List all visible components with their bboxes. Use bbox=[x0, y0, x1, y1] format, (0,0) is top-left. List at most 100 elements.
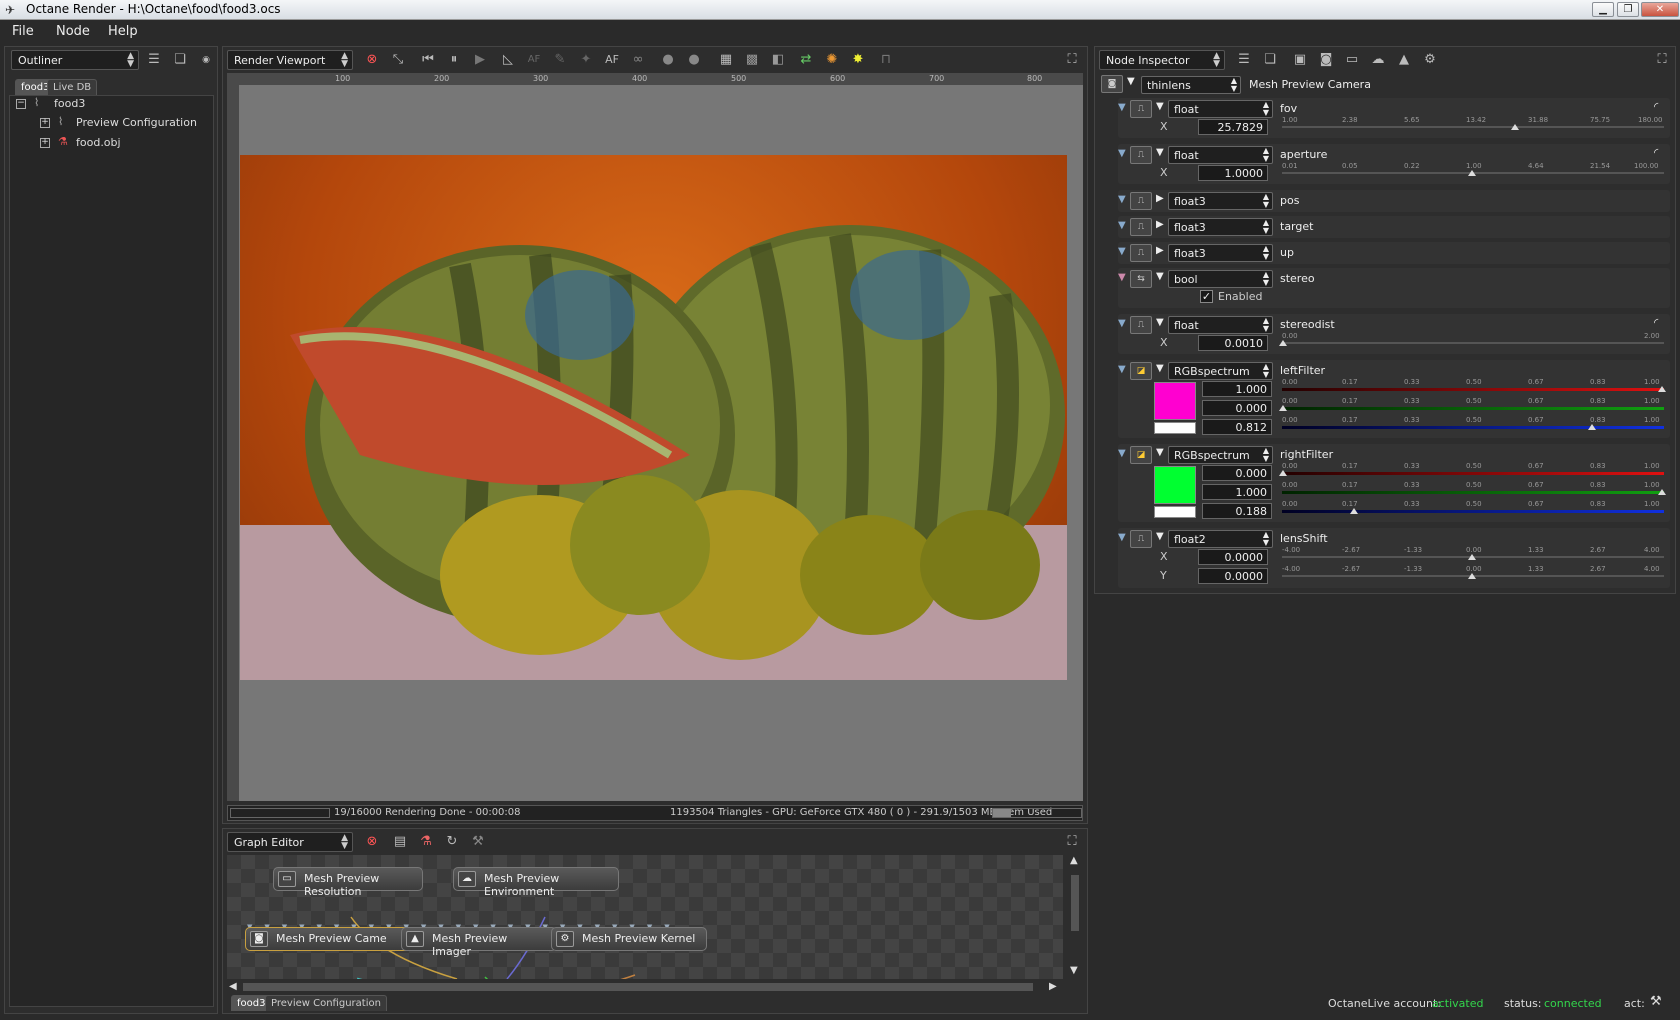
float-pin-icon[interactable]: ⎍ bbox=[1130, 146, 1152, 164]
activity-icon[interactable]: ⚒ bbox=[1650, 994, 1662, 1009]
outliner-combo[interactable]: Outliner ▲ ▼ bbox=[11, 50, 139, 70]
split-icon[interactable]: ◧ bbox=[769, 51, 787, 69]
tab-live-db[interactable]: Live DB bbox=[47, 79, 98, 95]
leftfilter-b-slider[interactable]: 0.00 0.17 0.33 0.50 0.67 0.83 1.00 bbox=[1282, 416, 1664, 432]
ruler-icon[interactable]: ◺ bbox=[499, 51, 517, 69]
param-triangle-icon[interactable]: ▼ bbox=[1156, 101, 1164, 112]
rightfilter-r-slider[interactable]: 0.00 0.17 0.33 0.50 0.67 0.83 1.00 bbox=[1279, 462, 1664, 478]
graph-node-mesh-preview-environment[interactable]: ☁ Mesh Preview Environment bbox=[453, 867, 619, 898]
expand-icon[interactable]: ▼ bbox=[1118, 272, 1126, 283]
leftfilter-color-swatch[interactable] bbox=[1154, 382, 1196, 420]
maximize-button[interactable]: ❐ bbox=[1617, 2, 1639, 17]
leftfilter-b-thumb[interactable] bbox=[1588, 424, 1596, 430]
checker-icon[interactable]: ▩ bbox=[743, 51, 761, 69]
lensshift-x-thumb[interactable] bbox=[1468, 554, 1476, 560]
graph-horizontal-scrollbar[interactable]: ◀ ▶ bbox=[227, 981, 1063, 993]
expand-icon[interactable]: ▼ bbox=[1118, 194, 1126, 205]
menu-help[interactable]: Help bbox=[108, 24, 138, 39]
stereo-type-select[interactable]: bool ▲ ▼ bbox=[1168, 270, 1273, 288]
float3-pin-icon[interactable]: ⎍ bbox=[1130, 244, 1152, 262]
maximize-graph-icon[interactable]: ⛶ bbox=[1063, 833, 1081, 851]
rightfilter-r-thumb[interactable] bbox=[1279, 470, 1287, 476]
close-button[interactable]: ✕ bbox=[1641, 2, 1679, 17]
float-pin-icon[interactable]: ⎍ bbox=[1130, 100, 1152, 118]
rightfilter-b-input[interactable]: 0.188 bbox=[1202, 503, 1272, 519]
lensshift-y-thumb[interactable] bbox=[1468, 573, 1476, 579]
rightfilter-color-swatch[interactable] bbox=[1154, 466, 1196, 504]
render-area[interactable] bbox=[239, 85, 1083, 801]
log-scale-icon[interactable]: ◜ bbox=[1654, 100, 1658, 113]
lock2-icon[interactable]: ● bbox=[685, 51, 703, 69]
tree-root-food3[interactable]: food3 bbox=[54, 97, 85, 110]
film-preset-icon[interactable]: ▭ bbox=[1343, 51, 1361, 69]
new-node-icon[interactable]: ▤ bbox=[391, 833, 409, 851]
delete-node-icon[interactable]: ⊗ bbox=[363, 833, 381, 851]
collapse-all-icon[interactable]: ☰ bbox=[1235, 51, 1253, 69]
collapse-toggle-icon[interactable]: − bbox=[16, 99, 26, 109]
tree-item-food-obj[interactable]: food.obj bbox=[76, 136, 121, 149]
lensshift-type-select[interactable]: float2 ▲ ▼ bbox=[1168, 530, 1273, 548]
menu-file[interactable]: File bbox=[12, 24, 34, 39]
expand-icon[interactable]: ▼ bbox=[1118, 102, 1126, 113]
play-icon[interactable]: ▶ bbox=[471, 51, 489, 69]
camera-preset-icon[interactable]: ◙ bbox=[1317, 51, 1335, 69]
recenter-icon[interactable]: ⤡ bbox=[389, 51, 407, 69]
region-icon[interactable]: ▦ bbox=[717, 51, 735, 69]
log-scale-icon[interactable]: ◜ bbox=[1654, 146, 1658, 159]
scroll-right-icon[interactable]: ▶ bbox=[1049, 981, 1057, 992]
rightfilter-white-swatch[interactable] bbox=[1154, 506, 1196, 518]
scroll-up-icon[interactable]: ▲ bbox=[1070, 855, 1078, 866]
focus-icon[interactable]: ✦ bbox=[577, 51, 595, 69]
param-triangle-icon[interactable]: ▼ bbox=[1156, 317, 1164, 328]
rightfilter-g-thumb[interactable] bbox=[1658, 489, 1666, 495]
aperture-slider[interactable]: 0.01 0.05 0.22 1.00 4.64 21.54 100.00 bbox=[1282, 162, 1664, 178]
graph-node-mesh-preview-kernel[interactable]: ⚙ Mesh Preview Kernel bbox=[551, 927, 707, 951]
kernel-preset-icon[interactable]: ⚙ bbox=[1421, 51, 1439, 69]
af-off-icon[interactable]: AF bbox=[525, 51, 543, 69]
target-type-select[interactable]: float3 ▲ ▼ bbox=[1168, 218, 1273, 236]
rightfilter-g-input[interactable]: 1.000 bbox=[1202, 484, 1272, 500]
tool-icon[interactable]: ⚒ bbox=[469, 833, 487, 851]
hscroll-thumb[interactable] bbox=[243, 983, 1033, 991]
expand-icon[interactable]: ▼ bbox=[1118, 532, 1126, 543]
leftfilter-type-select[interactable]: RGBspectrum ▲ ▼ bbox=[1168, 362, 1273, 380]
light-icon[interactable]: ✸ bbox=[849, 51, 867, 69]
record-icon[interactable]: ◉ bbox=[197, 51, 215, 69]
pause-icon[interactable]: ⏸ bbox=[445, 51, 463, 69]
graph-tab-preview-configuration[interactable]: Preview Configuration bbox=[265, 995, 387, 1011]
lensshift-x-input[interactable]: 0.0000 bbox=[1198, 549, 1268, 565]
restart-icon[interactable]: ⏮ bbox=[419, 51, 437, 69]
graph-node-mesh-preview-imager[interactable]: ▲ Mesh Preview Imager bbox=[401, 927, 557, 958]
param-triangle-icon[interactable]: ▼ bbox=[1156, 271, 1164, 282]
rightfilter-type-select[interactable]: RGBspectrum ▲ ▼ bbox=[1168, 446, 1273, 464]
export-icon[interactable]: ⇄ bbox=[797, 51, 815, 69]
lensshift-x-slider[interactable]: -4.00 -2.67 -1.33 0.00 1.33 2.67 4.00 bbox=[1282, 546, 1664, 562]
expand-icon[interactable]: ▼ bbox=[1118, 364, 1126, 375]
expand-all-icon[interactable]: ❏ bbox=[1261, 51, 1279, 69]
camera-type-select[interactable]: thinlens ▲ ▼ bbox=[1141, 76, 1241, 94]
param-triangle-icon[interactable]: ▼ bbox=[1156, 363, 1164, 374]
stereo-enabled-checkbox[interactable]: ✓ bbox=[1200, 290, 1213, 303]
graph-editor-combo[interactable]: Graph Editor ▲ ▼ bbox=[227, 832, 353, 852]
float2-pin-icon[interactable]: ⎍ bbox=[1130, 530, 1152, 548]
rightfilter-b-slider[interactable]: 0.00 0.17 0.33 0.50 0.67 0.83 1.00 bbox=[1282, 500, 1664, 516]
viewport-combo[interactable]: Render Viewport ▲ ▼ bbox=[227, 50, 353, 70]
scroll-left-icon[interactable]: ◀ bbox=[229, 981, 237, 992]
lock-icon[interactable]: ● bbox=[659, 51, 677, 69]
leftfilter-white-swatch[interactable] bbox=[1154, 422, 1196, 434]
inspector-combo[interactable]: Node Inspector ▲ ▼ bbox=[1099, 50, 1225, 70]
refresh-icon[interactable]: ↻ bbox=[443, 833, 461, 851]
lock3-icon[interactable]: ⊓ bbox=[877, 51, 895, 69]
resolution-preset-icon[interactable]: ▣ bbox=[1291, 51, 1309, 69]
collapse-icon[interactable]: ☰ bbox=[145, 51, 163, 69]
expand-toggle-icon[interactable]: + bbox=[40, 118, 50, 128]
leftfilter-g-thumb[interactable] bbox=[1279, 405, 1287, 411]
graph-vertical-scrollbar[interactable]: ▲ ▼ bbox=[1067, 855, 1083, 979]
reset-render-icon[interactable]: ⊗ bbox=[363, 51, 381, 69]
link-icon[interactable]: ∞ bbox=[629, 51, 647, 69]
pos-type-select[interactable]: float3 ▲ ▼ bbox=[1168, 192, 1273, 210]
leftfilter-r-input[interactable]: 1.000 bbox=[1202, 381, 1272, 397]
float3-pin-icon[interactable]: ⎍ bbox=[1130, 192, 1152, 210]
leftfilter-g-input[interactable]: 0.000 bbox=[1202, 400, 1272, 416]
aperture-type-select[interactable]: float ▲ ▼ bbox=[1168, 146, 1273, 164]
